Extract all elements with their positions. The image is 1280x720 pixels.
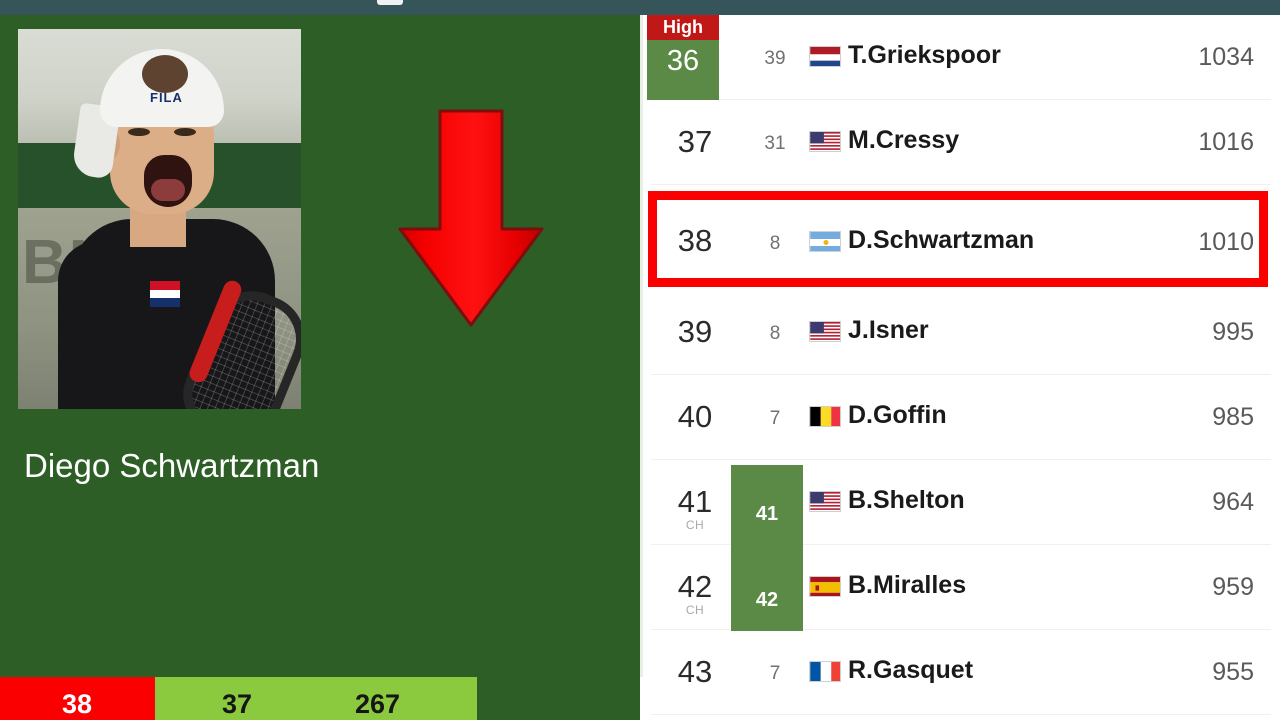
screenshot-root: BNP FILA Diego Schwartzman	[0, 0, 1280, 720]
table-row[interactable]: 39 8 J.Isner 995	[643, 290, 1280, 375]
belgium-flag-icon	[809, 406, 841, 427]
rank-current: 38	[677, 223, 713, 258]
player-points: 1016	[1198, 128, 1254, 156]
player-photo: BNP FILA	[18, 29, 301, 409]
career-high-label: CH	[685, 603, 705, 617]
player-points: 964	[1212, 488, 1254, 516]
rank-current: 37	[677, 124, 713, 159]
player-points: 1010	[1198, 228, 1254, 256]
summary-current-rank: 38	[62, 689, 93, 719]
table-row[interactable]: 40 7 D.Goffin 985	[643, 375, 1280, 460]
table-row[interactable]: 36 39 T.Griekspoor 1034	[643, 15, 1280, 100]
player-points: 1034	[1198, 43, 1254, 71]
career-high-value: 36	[666, 45, 700, 77]
player-points: 985	[1212, 403, 1254, 431]
player-points: 959	[1212, 573, 1254, 601]
rank-previous: 7	[769, 408, 781, 429]
career-high-marker-bar: 41 42	[731, 465, 803, 631]
summary-bar: 38 37 267	[0, 677, 1280, 720]
rank-previous: 8	[769, 323, 781, 344]
red-down-arrow-icon	[396, 107, 546, 332]
usa-flag-icon	[809, 491, 841, 512]
career-high-value: 41	[755, 503, 779, 525]
usa-flag-icon	[809, 321, 841, 342]
page-title: Diego Schwartzman	[24, 447, 320, 484]
summary-previous-rank: 37	[222, 689, 253, 719]
player-name[interactable]: D.Goffin	[848, 401, 947, 430]
player-name[interactable]: B.Shelton	[848, 486, 965, 515]
player-name[interactable]: T.Griekspoor	[848, 41, 1001, 70]
career-high-value: 42	[755, 589, 779, 611]
player-name[interactable]: M.Cressy	[848, 126, 959, 155]
player-name[interactable]: B.Miralles	[848, 571, 966, 600]
ranking-table: 36 39 T.Griekspoor 1034 37 31	[640, 15, 1280, 715]
top-strip-nub	[377, 0, 403, 5]
player-points: 995	[1212, 318, 1254, 346]
rank-current: 41	[677, 484, 713, 519]
table-row-focused[interactable]: 38 8 D.Schwartzman 1010	[643, 195, 1280, 290]
usa-flag-icon	[809, 131, 841, 152]
career-high-label: CH	[685, 518, 705, 532]
summary-points: 267	[355, 689, 401, 719]
summary-stats-box	[155, 677, 477, 720]
netherlands-flag-icon	[809, 46, 841, 67]
argentina-flag-icon	[809, 231, 841, 252]
spain-flag-icon	[809, 576, 841, 597]
rank-current: 40	[677, 399, 713, 434]
rank-current: 39	[677, 314, 713, 349]
table-row[interactable]: 37 31 M.Cressy 1016	[643, 100, 1280, 185]
high-badge: High	[647, 15, 719, 40]
player-name[interactable]: D.Schwartzman	[848, 226, 1034, 255]
top-browser-strip	[0, 0, 1280, 15]
rank-previous: 8	[769, 233, 781, 254]
player-name[interactable]: J.Isner	[848, 316, 929, 345]
rank-previous: 31	[764, 133, 786, 154]
rank-previous: 39	[764, 48, 786, 69]
rank-current: 42	[677, 569, 713, 604]
player-card-panel: BNP FILA Diego Schwartzman	[0, 15, 640, 720]
